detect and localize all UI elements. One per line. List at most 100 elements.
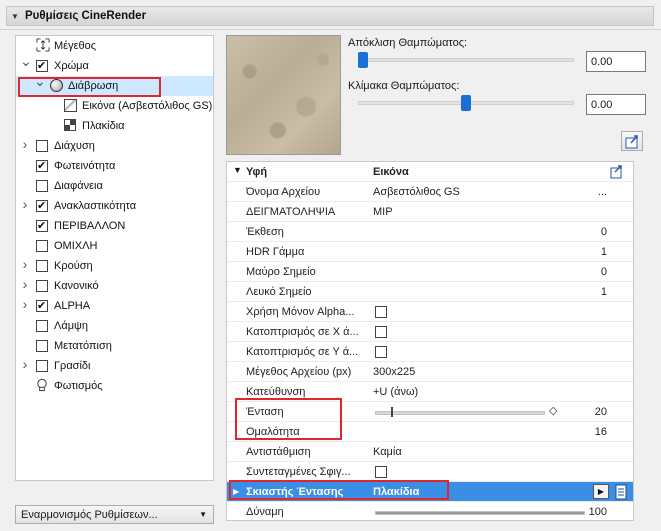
property-number: ... <box>597 186 607 198</box>
channel-tree: Μέγεθος⌄Χρώμα⌄ΔιάβρωσηΕικόνα (Ασβεστόλιθ… <box>15 35 214 481</box>
property-label: HDR Γάμμα <box>246 246 305 258</box>
property-number: 0 <box>600 266 607 278</box>
table-row[interactable]: Μέγεθος Αρχείου (px) 300x225 <box>227 362 633 382</box>
tree-item[interactable]: › Διάχυση <box>16 136 213 156</box>
property-checkbox[interactable] <box>375 306 387 318</box>
table-row[interactable]: Λευκό Σημείο 1 <box>227 282 633 302</box>
checkbox[interactable] <box>36 159 48 172</box>
tree-item[interactable]: ΠΕΡΙΒΑΛΛΟΝ <box>16 216 213 236</box>
property-label: Κατοπτρισμός σε Χ ά... <box>246 326 359 338</box>
load-texture-icon[interactable] <box>609 164 625 180</box>
blur-offset-slider-thumb[interactable] <box>358 52 368 68</box>
intensity-slider-marker[interactable] <box>391 407 393 417</box>
checkbox[interactable] <box>36 240 48 252</box>
blur-scale-slider-thumb[interactable] <box>461 95 471 111</box>
checkbox[interactable] <box>36 340 48 352</box>
checkbox[interactable] <box>36 140 48 152</box>
tile-icon <box>64 119 76 131</box>
tree-item[interactable]: › Κανονικό <box>16 276 213 296</box>
chevron-down-icon[interactable]: ⌄ <box>20 53 32 70</box>
tree-item[interactable]: Διαφάνεια <box>16 176 213 196</box>
tree-item[interactable]: › ALPHA <box>16 296 213 316</box>
tree-item-label: Φωτεινότητα <box>54 160 116 172</box>
table-header-row[interactable]: ▼ Υφή Εικόνα <box>227 162 633 182</box>
property-number: 20 <box>594 406 607 418</box>
sync-settings-button[interactable]: Εναρμονισμός Ρυθμίσεων... ▼ <box>15 505 214 524</box>
tree-item-label: ΠΕΡΙΒΑΛΛΟΝ <box>54 220 126 232</box>
blur-offset-label: Απόκλιση Θαμπώματος: <box>348 37 468 49</box>
property-number: 16 <box>594 426 607 438</box>
tree-item-label: Διαφάνεια <box>54 180 103 192</box>
highlight-frame-intensity <box>235 398 342 440</box>
checkbox[interactable] <box>36 299 48 312</box>
chevron-right-icon[interactable]: › <box>20 296 30 312</box>
checkbox[interactable] <box>36 260 48 272</box>
property-checkbox[interactable] <box>375 326 387 338</box>
table-row[interactable]: ΔΕΙΓΜΑΤΟΛΗΨΙΑ MIP <box>227 202 633 222</box>
tree-item[interactable]: Φωτεινότητα <box>16 156 213 176</box>
tree-item[interactable]: › Κρούση <box>16 256 213 276</box>
property-label: Αντιστάθμιση <box>246 446 311 458</box>
texture-preview <box>226 35 341 155</box>
tree-item[interactable]: ΟΜΙΧΛΗ <box>16 236 213 256</box>
blur-scale-value: 0.00 <box>591 99 613 111</box>
property-value: MIP <box>373 206 393 218</box>
texture-properties-table: ▼ Υφή Εικόνα Όνομα Αρχείου Ασβεστόλιθος G… <box>226 161 634 521</box>
table-row[interactable]: Έκθεση 0 <box>227 222 633 242</box>
tree-item[interactable]: Πλακίδια <box>16 116 213 136</box>
checkbox[interactable] <box>36 59 48 72</box>
tree-item[interactable]: Εικόνα (Ασβεστόλιθος GS) <box>16 96 213 116</box>
property-label: Μέγεθος Αρχείου (px) <box>246 366 352 378</box>
chevron-right-icon[interactable]: › <box>20 256 30 272</box>
property-label: ΔΕΙΓΜΑΤΟΛΗΨΙΑ <box>246 206 336 218</box>
property-number: 1 <box>600 286 607 298</box>
property-checkbox[interactable] <box>375 466 387 478</box>
collapse-triangle-icon[interactable]: ▼ <box>233 165 242 175</box>
tree-item[interactable]: › Ανακλαστικότητα <box>16 196 213 216</box>
tree-item-label: Χρώμα <box>54 60 89 72</box>
export-settings-button[interactable] <box>621 131 643 151</box>
property-checkbox[interactable] <box>375 346 387 358</box>
shader-menu-button[interactable]: ▶ <box>593 484 609 499</box>
chevron-right-icon[interactable]: › <box>20 356 30 372</box>
blur-offset-input[interactable]: 0.00 <box>586 51 646 72</box>
shader-list-icon[interactable] <box>614 484 628 500</box>
collapse-triangle-icon[interactable]: ▼ <box>11 12 19 21</box>
blur-scale-input[interactable]: 0.00 <box>586 94 646 115</box>
checkbox[interactable] <box>36 180 48 192</box>
tree-item[interactable]: Φωτισμός <box>16 376 213 396</box>
tree-item[interactable]: Μετατόπιση <box>16 336 213 356</box>
panel-title: Ρυθμίσεις CineRender <box>25 10 147 22</box>
blur-scale-label: Κλίμακα Θαμπώματος: <box>348 80 460 92</box>
table-row[interactable]: HDR Γάμμα 1 <box>227 242 633 262</box>
table-row[interactable]: Κατοπτρισμός σε Χ ά... <box>227 322 633 342</box>
table-row[interactable]: Κατοπτρισμός σε Υ ά... <box>227 342 633 362</box>
table-row[interactable]: Συντεταγμένες Σφιγ... <box>227 462 633 482</box>
settings-header-bar[interactable]: ▼ Ρυθμίσεις CineRender <box>6 6 654 26</box>
tree-item-label: Κρούση <box>54 260 93 272</box>
checkbox[interactable] <box>36 360 48 372</box>
checkbox[interactable] <box>36 199 48 212</box>
table-row[interactable]: Χρήση Μόνον Alpha... <box>227 302 633 322</box>
tree-item-label: Πλακίδια <box>82 120 125 132</box>
tree-item-label: Γρασίδι <box>54 360 91 372</box>
table-row[interactable]: Αντιστάθμιση Καμία <box>227 442 633 462</box>
table-row[interactable]: Μαύρο Σημείο 0 <box>227 262 633 282</box>
intensity-slider[interactable] <box>375 411 545 415</box>
strength-bar[interactable] <box>375 511 585 515</box>
chevron-right-icon[interactable]: › <box>20 276 30 292</box>
tree-item-label: Λάμψη <box>54 320 89 332</box>
keyframe-icon[interactable]: ◇ <box>549 404 557 417</box>
tree-item[interactable]: Μέγεθος <box>16 36 213 56</box>
chevron-right-icon[interactable]: › <box>20 136 30 152</box>
chevron-right-icon[interactable]: › <box>20 196 30 212</box>
checkbox[interactable] <box>36 320 48 332</box>
checkbox[interactable] <box>36 280 48 292</box>
checkbox[interactable] <box>36 219 48 232</box>
tree-item[interactable]: › Γρασίδι <box>16 356 213 376</box>
tree-item[interactable]: Λάμψη <box>16 316 213 336</box>
table-row[interactable]: Όνομα Αρχείου Ασβεστόλιθος GS... <box>227 182 633 202</box>
table-row[interactable]: Δύναμη 100 <box>227 502 633 520</box>
property-value: 300x225 <box>373 366 416 378</box>
blur-offset-slider-track[interactable] <box>358 58 574 62</box>
